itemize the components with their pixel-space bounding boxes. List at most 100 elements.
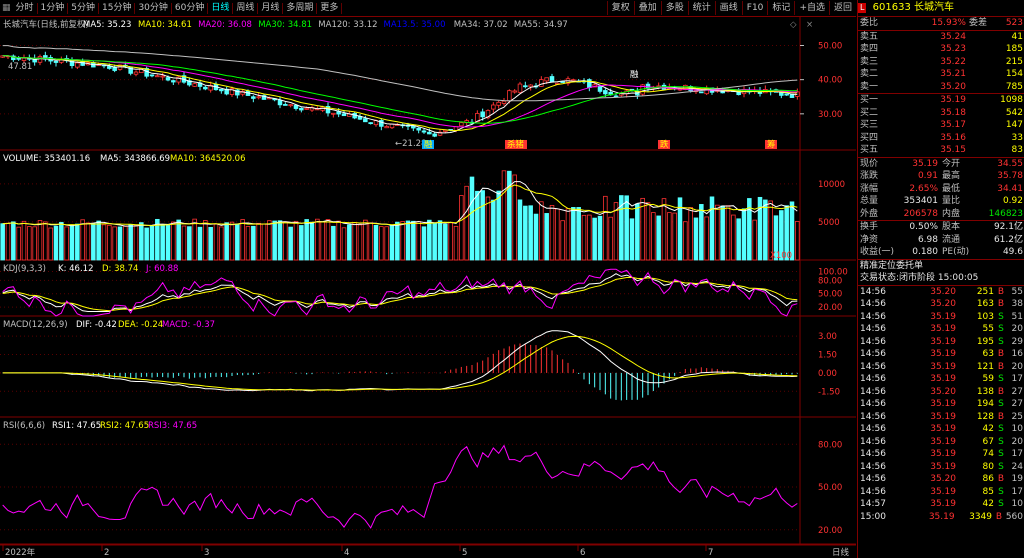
volume-bar bbox=[480, 190, 485, 261]
volume-bar bbox=[469, 176, 475, 261]
stat-value: 0.50% bbox=[909, 222, 938, 232]
tick-side: B bbox=[997, 474, 1005, 484]
ma-legend-6: MA34: 37.02 bbox=[454, 20, 508, 30]
tick-row: 15:00 35.19 3349 B 560 bbox=[858, 511, 1024, 524]
tick-time: 14:56 bbox=[860, 386, 886, 397]
candle bbox=[53, 60, 59, 63]
volume-y-tick: 5000 bbox=[818, 218, 840, 228]
candle bbox=[203, 86, 208, 90]
tick-time: 14:56 bbox=[860, 311, 886, 322]
stat-value: 92.1亿 bbox=[993, 222, 1023, 232]
period-tab-7[interactable]: 周线 bbox=[233, 1, 257, 15]
kline-chart[interactable]: 50.0040.0030.00长城汽车(日线,前复权)MA5: 35.23 MA1… bbox=[0, 17, 856, 558]
x-axis-label: 6 bbox=[580, 548, 585, 558]
tick-price: 35.19 bbox=[930, 374, 956, 384]
volume-bar bbox=[75, 223, 80, 261]
toolbar-button-2[interactable]: 多股 bbox=[660, 1, 688, 15]
toolbar-button-7[interactable]: +自选 bbox=[794, 1, 829, 15]
tick-volume: 163 bbox=[976, 299, 994, 309]
volume-bar bbox=[133, 225, 139, 261]
volume-bar bbox=[59, 221, 64, 261]
candle bbox=[459, 122, 464, 127]
quote-stats: 现价 35.19 今开 34.55 涨跌 0.91 最高 35.78 涨幅 2.65% 最低 34.4… bbox=[858, 158, 1024, 221]
period-tab-10[interactable]: 更多 bbox=[317, 1, 341, 15]
tick-price: 35.19 bbox=[928, 511, 955, 522]
macd-dif-legend: DIF: -0.42 bbox=[76, 320, 117, 330]
candle bbox=[539, 79, 544, 87]
tick-list[interactable]: 14:56 35.20 251 B 55 14:56 35.20 163 B 38 14:56 35.… bbox=[858, 286, 1024, 524]
volume-bar bbox=[635, 203, 640, 261]
toolbar-button-3[interactable]: 统计 bbox=[687, 1, 715, 15]
period-tab-4[interactable]: 30分钟 bbox=[135, 1, 170, 15]
tick-count: 20 bbox=[1011, 361, 1023, 372]
high-flag-label: 融 bbox=[630, 69, 639, 80]
stat-value: 34.55 bbox=[997, 158, 1023, 169]
tick-price: 35.19 bbox=[930, 399, 956, 409]
period-tab-6[interactable]: 日线 bbox=[208, 1, 232, 15]
candle bbox=[293, 104, 299, 109]
period-tab-9[interactable]: 多周期 bbox=[283, 1, 316, 15]
candle bbox=[517, 83, 523, 93]
candle bbox=[784, 93, 789, 96]
price-y-tick: 50.00 bbox=[818, 42, 842, 52]
tick-volume: 86 bbox=[982, 474, 994, 484]
volume-bar bbox=[107, 224, 112, 261]
candle bbox=[549, 76, 555, 83]
tick-volume: 138 bbox=[976, 386, 994, 397]
toolbar-button-1[interactable]: 叠加 bbox=[633, 1, 661, 15]
market-flag: L bbox=[858, 3, 867, 13]
x-axis-label: 7 bbox=[708, 548, 713, 558]
ma-legend-1: MA10: 34.61 bbox=[138, 20, 192, 30]
tick-side: S bbox=[998, 324, 1004, 334]
stat2-row-1: 净资 6.98 流通 61.2亿 bbox=[858, 234, 1024, 247]
buy-price: 35.19 bbox=[940, 95, 966, 105]
sell-level-0: 卖五 35.24 41 bbox=[858, 31, 1024, 44]
tick-count: 20 bbox=[1011, 324, 1023, 334]
volume-bar bbox=[272, 220, 277, 261]
toolbar-button-0[interactable]: 复权 bbox=[606, 1, 634, 15]
stat-value: 49.6 bbox=[1002, 247, 1023, 257]
candle bbox=[299, 107, 304, 111]
ma-legend-7: MA55: 34.97 bbox=[514, 20, 568, 30]
candle bbox=[597, 85, 603, 92]
period-tab-8[interactable]: 月线 bbox=[258, 1, 282, 15]
macd-dif-line bbox=[2, 330, 798, 392]
period-tab-1[interactable]: 1分钟 bbox=[38, 1, 68, 15]
volume-bar bbox=[405, 220, 411, 261]
tick-time: 14:57 bbox=[860, 499, 886, 509]
toolbar-button-5[interactable]: F10 bbox=[741, 1, 768, 15]
tick-volume: 251 bbox=[976, 286, 994, 297]
volume-bar bbox=[704, 216, 709, 261]
x-axis: 2022年 2 3 4 5 6 7 日线 bbox=[2, 545, 850, 558]
ma120-line bbox=[2, 45, 798, 102]
trade-status-label: 交易状态: bbox=[860, 273, 900, 283]
menu-grid-icon[interactable]: ▦ bbox=[0, 1, 13, 15]
macd-y-tick: 0.00 bbox=[818, 369, 837, 379]
tick-time: 14:56 bbox=[860, 299, 886, 309]
period-tab-2[interactable]: 5分钟 bbox=[68, 1, 98, 15]
stat-value: 34.41 bbox=[997, 183, 1023, 194]
tick-time: 14:56 bbox=[860, 374, 886, 384]
sell-price: 35.22 bbox=[940, 56, 966, 67]
volume-bar bbox=[277, 220, 283, 261]
toolbar-button-6[interactable]: 标记 bbox=[767, 1, 794, 15]
period-tab-3[interactable]: 15分钟 bbox=[99, 1, 134, 15]
tick-row: 14:56 35.19 80 S 24 bbox=[858, 461, 1024, 474]
stat-row-0: 现价 35.19 今开 34.55 bbox=[858, 158, 1024, 171]
volume-bar bbox=[427, 219, 432, 261]
toolbar-button-8[interactable]: 返回 bbox=[828, 1, 856, 15]
orderbook-title[interactable]: 精准定位委托单 bbox=[858, 260, 1024, 273]
sell-price: 35.20 bbox=[940, 81, 966, 92]
tick-price: 35.19 bbox=[930, 499, 956, 509]
candle bbox=[16, 57, 21, 60]
volume-bar bbox=[85, 222, 91, 261]
toolbar-button-4[interactable]: 画线 bbox=[714, 1, 742, 15]
volume-bar bbox=[299, 225, 304, 261]
weibi-row: 委比 15.93% 委差 523 bbox=[858, 17, 1024, 30]
volume-bar bbox=[283, 221, 288, 261]
period-tab-0[interactable]: 分时 bbox=[13, 1, 37, 15]
candle bbox=[165, 77, 171, 81]
buy-label: 买三 bbox=[860, 120, 879, 130]
sell-label: 卖四 bbox=[860, 44, 879, 54]
period-tab-5[interactable]: 60分钟 bbox=[172, 1, 207, 15]
